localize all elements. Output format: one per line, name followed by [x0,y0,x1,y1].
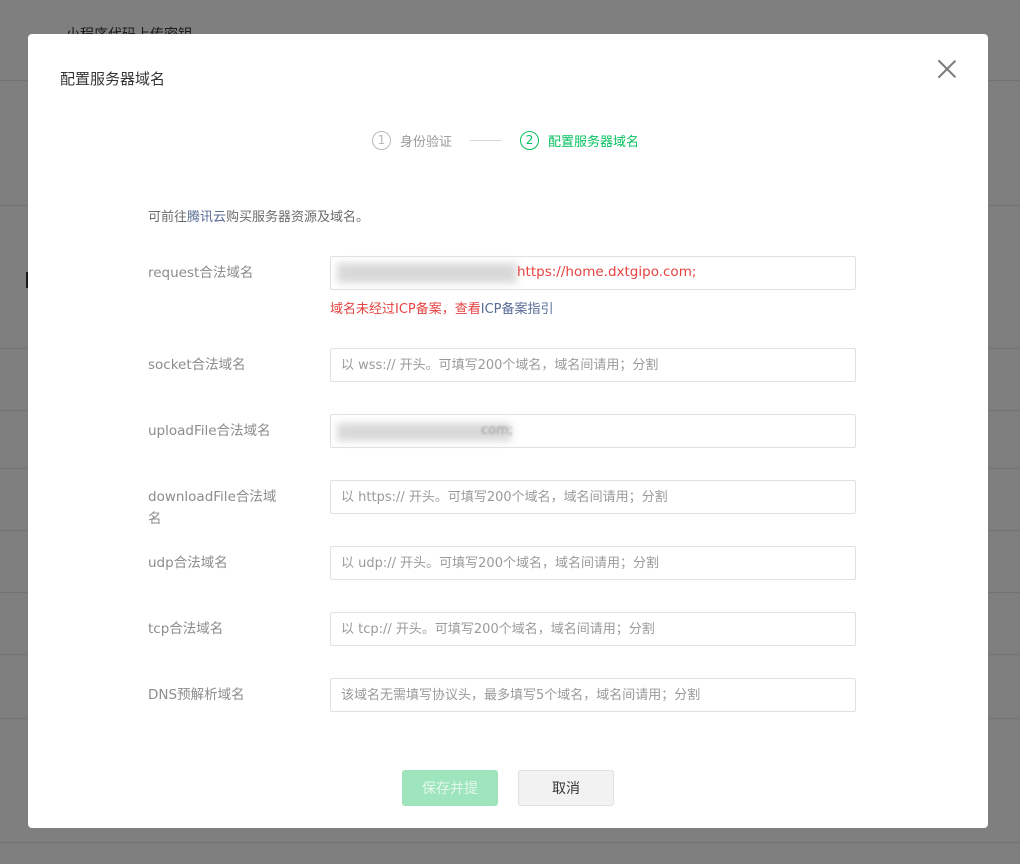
step-label: 配置服务器域名 [548,134,640,150]
downloadfile-domain-field[interactable] [330,480,856,514]
cancel-button[interactable]: 取消 [518,770,614,806]
dns-prefetch-domain-label: DNS预解析域名 [148,687,245,703]
tencent-cloud-link[interactable]: 腾讯云 [187,210,226,225]
step-identity-verification: 1 身份验证 [372,130,453,150]
tcp-domain-label: tcp合法域名 [148,621,224,637]
dns-prefetch-domain-input[interactable] [331,679,855,711]
redacted-region [337,263,517,283]
udp-domain-input[interactable] [331,547,855,579]
downloadfile-domain-input[interactable] [331,481,855,513]
tip-suffix: 购买服务器资源及域名。 [226,210,370,225]
tip-prefix: 可前往 [148,210,188,225]
uploadfile-domain-input[interactable]: com; [330,414,856,448]
dns-prefetch-domain-field[interactable] [330,678,856,712]
purchase-tip: 可前往腾讯云购买服务器资源及域名。 [148,206,369,225]
server-domain-dialog: 配置服务器域名 1 身份验证 2 配置服务器域名 可前往腾讯云购买服务器资源及域… [28,34,988,828]
uploadfile-domain-value: com; [481,423,514,438]
udp-domain-label: udp合法域名 [148,555,228,571]
step-label: 身份验证 [400,134,453,150]
icp-error-message: 域名未经过ICP备案，查看ICP备案指引 [330,298,554,317]
step-connector [470,139,503,141]
dialog-title: 配置服务器域名 [60,70,166,88]
socket-domain-field[interactable] [330,348,856,382]
step-number: 1 [372,130,391,150]
tcp-domain-input[interactable] [331,613,855,645]
socket-domain-label: socket合法域名 [148,357,246,373]
save-and-submit-button[interactable]: 保存并提 [402,770,498,806]
downloadfile-domain-label: downloadFile合法域名 [148,489,277,527]
udp-domain-field[interactable] [330,546,856,580]
request-domain-label: request合法域名 [148,265,254,281]
step-indicator: 1 身份验证 2 配置服务器域名 [372,130,639,150]
request-domain-input[interactable]: https://home.dxtgipo.com; [330,256,856,290]
step-configure-domain: 2 配置服务器域名 [520,130,640,150]
socket-domain-input[interactable] [331,349,855,381]
request-domain-value: https://home.dxtgipo.com; [517,264,697,280]
uploadfile-domain-label: uploadFile合法域名 [148,423,271,439]
step-number: 2 [520,130,540,150]
icp-guide-link[interactable]: ICP备案指引 [481,302,554,317]
error-text: 域名未经过ICP备案，查看 [330,302,481,317]
close-icon[interactable] [932,54,962,84]
tcp-domain-field[interactable] [330,612,856,646]
